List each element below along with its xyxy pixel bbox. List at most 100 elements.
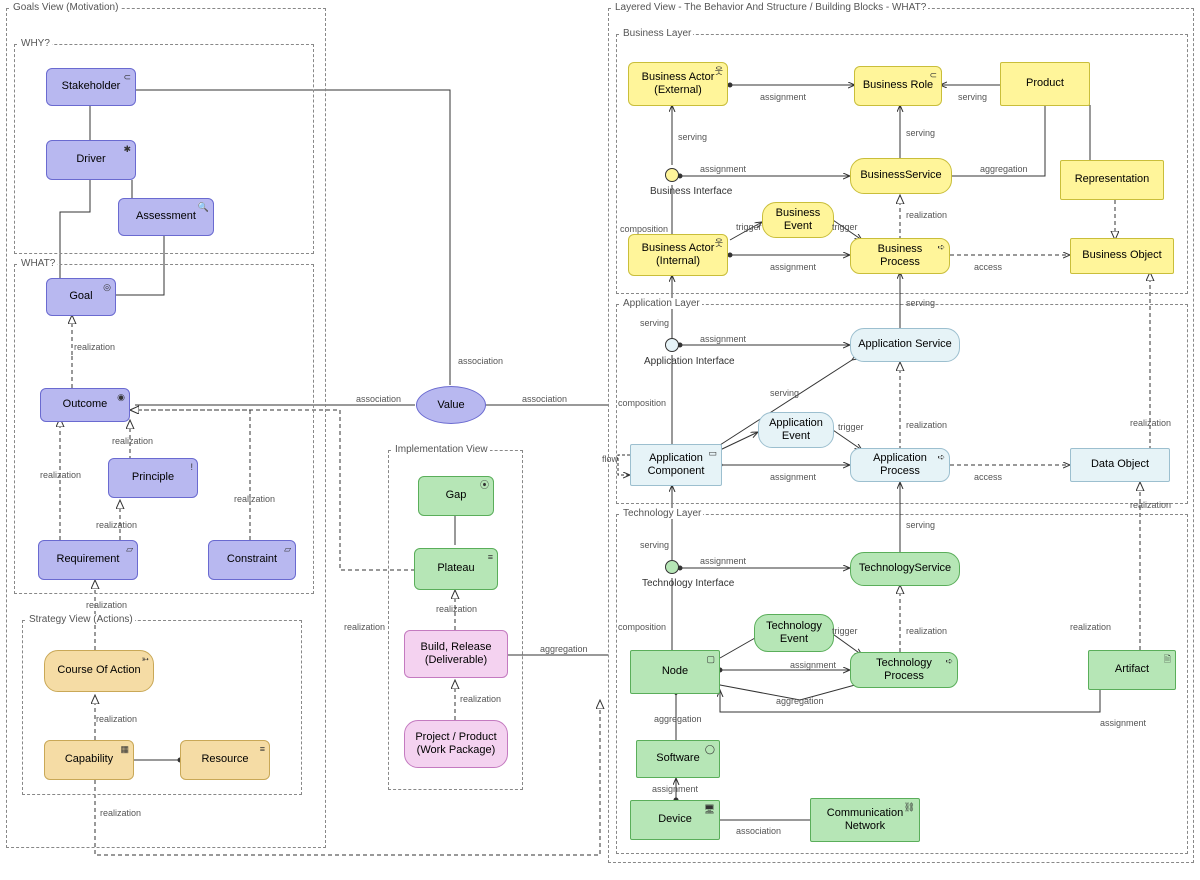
frame-label: Application Layer	[621, 298, 702, 309]
label: Application Service	[858, 338, 952, 351]
edge-label: access	[974, 262, 1002, 272]
node-technology-service[interactable]: TechnologyService	[850, 552, 960, 586]
capability-icon: ▦	[120, 744, 129, 755]
node-value[interactable]: Value	[416, 386, 486, 424]
edge-label: assignment	[700, 164, 746, 174]
edge-label: realization	[906, 210, 947, 220]
label: Resource	[201, 753, 248, 766]
edge-label: serving	[770, 388, 799, 398]
principle-icon: !	[190, 462, 193, 473]
label: Product	[1026, 77, 1064, 90]
node-assessment[interactable]: Assessment🔍	[118, 198, 214, 236]
node-application-service[interactable]: Application Service	[850, 328, 960, 362]
node-application-event[interactable]: Application Event	[758, 412, 834, 448]
stakeholder-icon: ⊂	[123, 72, 131, 83]
label: Course Of Action	[57, 664, 140, 677]
edge-label: realization	[1130, 500, 1171, 510]
artifact-icon: 🗎	[1164, 654, 1171, 665]
label: Application Event	[765, 417, 827, 443]
node-resource[interactable]: Resource≡	[180, 740, 270, 780]
edge-label: assignment	[1100, 718, 1146, 728]
node-data-object[interactable]: Data Object	[1070, 448, 1170, 482]
node-stakeholder[interactable]: Stakeholder⊂	[46, 68, 136, 106]
node-business-actor-external[interactable]: Business Actor (External)웃	[628, 62, 728, 106]
node-gap[interactable]: Gap⦿	[418, 476, 494, 516]
node-application-interface[interactable]	[665, 338, 679, 352]
node-technology-process[interactable]: Technology Process➪	[850, 652, 958, 688]
node-capability[interactable]: Capability▦	[44, 740, 134, 780]
edge-label: serving	[640, 540, 669, 550]
node-technology-interface[interactable]	[665, 560, 679, 574]
process-icon: ➪	[937, 242, 945, 253]
label: Artifact	[1115, 663, 1149, 676]
label: Business Role	[863, 79, 933, 92]
edge-label: realization	[40, 470, 81, 480]
software-icon: ◯	[705, 744, 715, 755]
label-business-interface: Business Interface	[650, 186, 732, 197]
node-outcome[interactable]: Outcome◉	[40, 388, 130, 422]
node-business-role[interactable]: Business Role⊂	[854, 66, 942, 106]
node-constraint[interactable]: Constraint▱	[208, 540, 296, 580]
node-business-actor-internal[interactable]: Business Actor (Internal)웃	[628, 234, 728, 276]
edge-label: realization	[112, 436, 153, 446]
label: Plateau	[437, 562, 474, 575]
node-deliverable[interactable]: Build, Release (Deliverable)	[404, 630, 508, 678]
edge-label: association	[736, 826, 781, 836]
edge-label: composition	[618, 398, 666, 408]
edge-label: assignment	[700, 334, 746, 344]
label: Business Event	[769, 207, 827, 233]
node-application-process[interactable]: Application Process➪	[850, 448, 950, 482]
node-business-event[interactable]: Business Event	[762, 202, 834, 238]
node-principle[interactable]: Principle!	[108, 458, 198, 498]
label: Project / Product (Work Package)	[411, 731, 501, 757]
node-driver[interactable]: Driver✱	[46, 140, 136, 180]
edge-label: assignment	[770, 472, 816, 482]
edge-label: serving	[678, 132, 707, 142]
node-product[interactable]: Product	[1000, 62, 1090, 106]
node-plateau[interactable]: Plateau ≡	[414, 548, 498, 590]
edge-label: aggregation	[776, 696, 824, 706]
node-business-service[interactable]: BusinessService	[850, 158, 952, 194]
edge-label: realization	[906, 420, 947, 430]
node-goal[interactable]: Goal◎	[46, 278, 116, 316]
edge-label: aggregation	[654, 714, 702, 724]
node-business-object[interactable]: Business Object	[1070, 238, 1174, 274]
node-software[interactable]: Software◯	[636, 740, 720, 778]
frame-label: Layered View - The Behavior And Structur…	[613, 2, 928, 13]
device-icon: 🖥	[704, 804, 715, 815]
node-workpackage[interactable]: Project / Product (Work Package)	[404, 720, 508, 768]
edge-label: assignment	[700, 556, 746, 566]
label-app-interface: Application Interface	[644, 356, 735, 367]
gap-icon: ⦿	[480, 480, 489, 491]
role-icon: ⊂	[929, 70, 937, 81]
label: Business Object	[1082, 249, 1161, 262]
node-node[interactable]: Node▢	[630, 650, 720, 694]
actor-icon: 웃	[715, 66, 723, 77]
frame-label: Technology Layer	[621, 508, 703, 519]
label: Node	[662, 665, 688, 678]
edge-label: association	[522, 394, 567, 404]
node-technology-event[interactable]: Technology Event	[754, 614, 834, 652]
label: Principle	[132, 471, 174, 484]
node-course-of-action[interactable]: Course Of Action➳	[44, 650, 154, 692]
node-business-process[interactable]: Business Process➪	[850, 238, 950, 274]
edge-label: realization	[906, 626, 947, 636]
label: Device	[658, 813, 692, 826]
node-artifact[interactable]: Artifact 🗎	[1088, 650, 1176, 690]
label: BusinessService	[860, 169, 941, 182]
node-representation[interactable]: Representation	[1060, 160, 1164, 200]
edge-label: realization	[436, 604, 477, 614]
plateau-icon: ≡	[488, 552, 493, 563]
edge-label: assignment	[790, 660, 836, 670]
edge-label: association	[458, 356, 503, 366]
node-business-interface[interactable]	[665, 168, 679, 182]
node-requirement[interactable]: Requirement▱	[38, 540, 138, 580]
node-application-component[interactable]: Application Component▭	[630, 444, 722, 486]
driver-icon: ✱	[123, 144, 131, 155]
component-icon: ▭	[708, 448, 717, 459]
node-communication-network[interactable]: Communication Network⛓	[810, 798, 920, 842]
edge-label: serving	[906, 520, 935, 530]
label: Stakeholder	[62, 80, 121, 93]
edge-label: assignment	[652, 784, 698, 794]
node-device[interactable]: Device 🖥	[630, 800, 720, 840]
